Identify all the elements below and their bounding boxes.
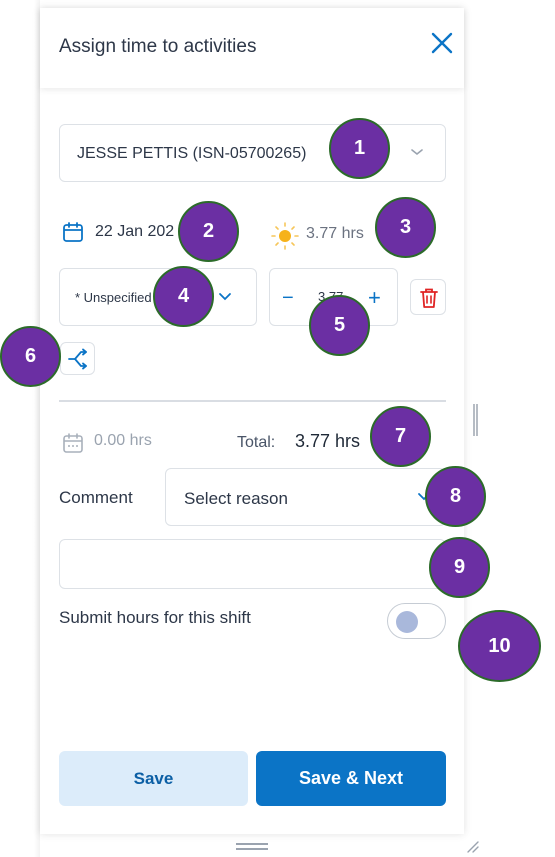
drag-handle[interactable] <box>236 843 268 850</box>
reason-select-placeholder: Select reason <box>184 489 288 508</box>
activity-select-value: * Unspecified <box>75 290 152 305</box>
toggle-knob <box>396 611 418 633</box>
save-next-button[interactable]: Save & Next <box>256 751 446 806</box>
shift-hours: 3.77 hrs <box>306 225 364 242</box>
callout-badge-8: 8 <box>425 466 486 527</box>
unassigned-calendar-icon <box>63 433 83 453</box>
callout-badge-9: 9 <box>429 537 490 598</box>
calendar-icon <box>63 222 83 242</box>
split-icon <box>68 348 87 370</box>
section-divider <box>59 400 446 402</box>
submit-hours-toggle[interactable] <box>387 603 446 639</box>
decrement-button[interactable]: − <box>282 287 294 310</box>
split-activity-button[interactable] <box>60 342 95 375</box>
unassigned-hours: 0.00 hrs <box>94 432 152 449</box>
callout-badge-2: 2 <box>178 201 239 262</box>
comment-text-input[interactable] <box>59 539 446 589</box>
callout-badge-6: 6 <box>0 326 61 387</box>
panel-header: Assign time to activities <box>40 8 464 88</box>
delete-activity-button[interactable] <box>410 279 446 315</box>
comment-label: Comment <box>59 488 133 507</box>
panel-title: Assign time to activities <box>59 36 257 57</box>
submit-hours-label: Submit hours for this shift <box>59 608 251 627</box>
callout-badge-5: 5 <box>309 295 370 356</box>
total-label: Total: <box>237 434 276 451</box>
close-button[interactable] <box>429 30 455 56</box>
increment-button[interactable]: + <box>368 285 381 311</box>
callout-badge-10: 10 <box>458 610 541 682</box>
close-icon <box>431 32 453 54</box>
callout-badge-4: 4 <box>153 266 214 327</box>
total-value: 3.77 hrs <box>295 431 361 451</box>
reason-select[interactable]: Select reason <box>165 468 446 526</box>
callout-badge-1: 1 <box>329 118 390 179</box>
resize-grip-icon[interactable] <box>466 840 480 854</box>
employee-select-value: JESSE PETTIS (ISN-05700265) <box>77 145 307 162</box>
trash-icon <box>420 288 438 308</box>
shift-date: 22 Jan 202 <box>95 223 175 240</box>
sun-icon <box>271 222 299 250</box>
chevron-down-icon <box>411 149 423 156</box>
save-button[interactable]: Save <box>59 751 248 806</box>
scrollbar-grip[interactable] <box>473 404 478 436</box>
chevron-down-icon <box>219 293 231 301</box>
callout-badge-3: 3 <box>375 197 436 258</box>
callout-badge-7: 7 <box>370 406 431 467</box>
